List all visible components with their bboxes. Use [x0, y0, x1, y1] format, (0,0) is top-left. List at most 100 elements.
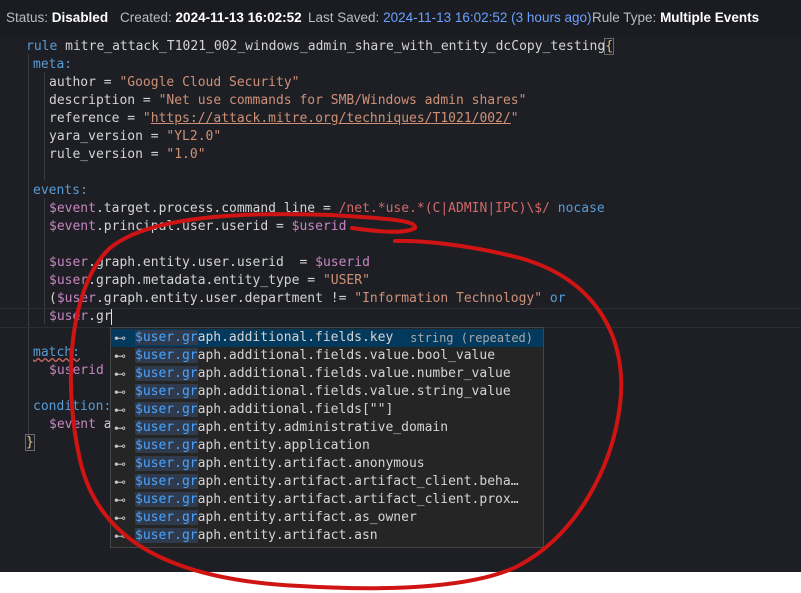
suggestion-rest: aph.entity.artifact.as_owner [197, 510, 417, 525]
code-line: meta: [33, 57, 73, 72]
saved-info: Last Saved: 2024-11-13 16:02:52 (3 hours… [308, 10, 591, 25]
code-line: } [25, 434, 35, 451]
suggestion-item[interactable]: ⊷ $user.graph.entity.artifact.as_owner [111, 509, 543, 527]
match-highlight: $user.gr [135, 420, 198, 435]
rule-type-label: Rule Type: [592, 10, 657, 25]
field-icon: ⊷ [114, 493, 126, 507]
suggestion-label: $user.graph.additional.fields[""] [135, 401, 393, 419]
status-value: Disabled [51, 10, 109, 25]
suggestion-label: $user.graph.entity.artifact.artifact_cli… [135, 491, 519, 509]
suggestion-item[interactable]: ⊷ $user.graph.entity.artifact.artifact_cl… [111, 473, 543, 491]
code-line: description = "Net use commands for SMB/… [49, 93, 527, 108]
suggestion-label: $user.graph.entity.application [135, 437, 370, 455]
suggestion-label: $user.graph.additional.fields.value.stri… [135, 383, 511, 401]
match-highlight: $user.gr [135, 348, 198, 363]
rule-type-info: Rule Type: Multiple Events [592, 10, 759, 25]
suggestion-rest: aph.additional.fields.value.bool_value [197, 348, 496, 363]
match-highlight: $user.gr [135, 510, 198, 525]
suggestion-rest: aph.additional.fields.value.string_value [197, 384, 511, 399]
suggestion-item[interactable]: ⊷ $user.graph.additional.fields[""] [111, 401, 543, 419]
reference-link[interactable]: https://attack.mitre.org/techniques/T102… [151, 111, 511, 126]
suggestion-label: $user.graph.additional.fields.value.bool… [135, 347, 495, 365]
rule-status-bar: Status: Disabled Created: 2024-11-13 16:… [0, 0, 801, 36]
suggestion-label: $user.graph.entity.artifact.artifact_cli… [135, 473, 519, 491]
match-highlight: $user.gr [135, 492, 198, 507]
created-value: 2024-11-13 16:02:52 [175, 10, 302, 25]
field-icon: ⊷ [114, 385, 126, 399]
field-icon: ⊷ [114, 529, 126, 543]
field-icon: ⊷ [114, 457, 126, 471]
suggestion-label: $user.graph.additional.fields.value.numb… [135, 365, 511, 383]
status-label: Status: [6, 10, 49, 25]
suggestion-rest: aph.entity.artifact.asn [197, 528, 378, 543]
suggestion-label: $user.graph.entity.administrative_domain [135, 419, 448, 437]
saved-label: Last Saved: [308, 10, 380, 25]
suggestion-label: $user.graph.entity.artifact.anonymous [135, 455, 425, 473]
suggestion-rest: aph.additional.fields.key [197, 330, 394, 345]
suggestion-item[interactable]: ⊷ $user.graph.additional.fields.value.boo… [111, 347, 543, 365]
suggestion-rest: aph.entity.artifact.anonymous [197, 456, 425, 471]
current-line-highlight [0, 308, 801, 328]
suggestion-label: $user.graph.entity.artifact.asn [135, 527, 378, 545]
match-highlight: $user.gr [135, 528, 198, 543]
match-highlight: $user.gr [135, 384, 198, 399]
field-icon: ⊷ [114, 475, 126, 489]
field-icon: ⊷ [114, 421, 126, 435]
suggestion-rest: aph.additional.fields[""] [197, 402, 394, 417]
suggestion-rest: aph.entity.application [197, 438, 370, 453]
suggestion-item[interactable]: ⊷ $user.graph.additional.fields.key string… [111, 329, 543, 347]
created-label: Created: [120, 10, 172, 25]
code-line: $user.graph.entity.user.userid = $userid [49, 255, 370, 270]
suggestion-rest: aph.entity.administrative_domain [197, 420, 449, 435]
suggestion-item[interactable]: ⊷ $user.graph.entity.administrative_domai… [111, 419, 543, 437]
match-highlight: $user.gr [135, 402, 198, 417]
code-line-current: $user.gr [49, 309, 112, 324]
suggestion-item[interactable]: ⊷ $user.graph.additional.fields.value.num… [111, 365, 543, 383]
suggestion-item[interactable]: ⊷ $user.graph.entity.artifact.anonymous [111, 455, 543, 473]
code-line: match: [33, 345, 80, 360]
suggestion-rest: aph.entity.artifact.artifact_client.prox… [197, 492, 519, 507]
suggestion-item[interactable]: ⊷ $user.graph.entity.application [111, 437, 543, 455]
match-highlight: $user.gr [135, 456, 198, 471]
code-line: $user.graph.metadata.entity_type = "USER… [49, 273, 370, 288]
rule-editor-window: Status: Disabled Created: 2024-11-13 16:… [0, 0, 801, 572]
saved-value-link[interactable]: 2024-11-13 16:02:52 (3 hours ago) [383, 10, 591, 25]
match-highlight: $user.gr [135, 474, 198, 489]
suggestion-item[interactable]: ⊷ $user.graph.entity.artifact.artifact_cl… [111, 491, 543, 509]
suggestion-label: $user.graph.entity.artifact.as_owner [135, 509, 417, 527]
match-highlight: $user.gr [135, 330, 198, 345]
rule-type-value: Multiple Events [660, 10, 760, 25]
suggestion-label: $user.graph.additional.fields.key [135, 329, 393, 347]
suggestion-item[interactable]: ⊷ $user.graph.entity.artifact.asn [111, 527, 543, 545]
indent-guide [44, 198, 45, 324]
status-info: Status: Disabled [6, 10, 108, 25]
field-icon: ⊷ [114, 367, 126, 381]
match-highlight: $user.gr [135, 438, 198, 453]
field-icon: ⊷ [114, 331, 126, 345]
code-line: $event.target.process.command_line = /ne… [49, 201, 605, 216]
suggestion-type-detail: string (repeated) [410, 331, 533, 345]
code-line: yara_version = "YL2.0" [49, 129, 222, 144]
indent-guide [28, 54, 29, 441]
match-highlight: $user.gr [135, 366, 198, 381]
code-line: events: [33, 183, 88, 198]
field-icon: ⊷ [114, 511, 126, 525]
code-line: rule mitre_attack_T1021_002_windows_admi… [26, 38, 614, 55]
text-cursor [111, 309, 112, 325]
code-line: ($user.graph.entity.user.department != "… [49, 291, 566, 306]
autocomplete-suggestions[interactable]: ⊷ $user.graph.additional.fields.key string… [110, 327, 544, 548]
code-line: rule_version = "1.0" [49, 147, 206, 162]
suggestion-rest: aph.entity.artifact.artifact_client.beha… [197, 474, 519, 489]
suggestion-rest: aph.additional.fields.value.number_value [197, 366, 511, 381]
field-icon: ⊷ [114, 439, 126, 453]
code-line: condition: [33, 399, 112, 414]
code-line: $event a [49, 417, 112, 432]
suggestion-item[interactable]: ⊷ $user.graph.additional.fields.value.str… [111, 383, 543, 401]
field-icon: ⊷ [114, 349, 126, 363]
created-info: Created: 2024-11-13 16:02:52 [120, 10, 302, 25]
code-line: author = "Google Cloud Security" [49, 75, 300, 90]
field-icon: ⊷ [114, 403, 126, 417]
indent-guide [44, 72, 45, 180]
code-line: $userid [49, 363, 104, 378]
code-line: $event.principal.user.userid = $userid [49, 219, 347, 234]
